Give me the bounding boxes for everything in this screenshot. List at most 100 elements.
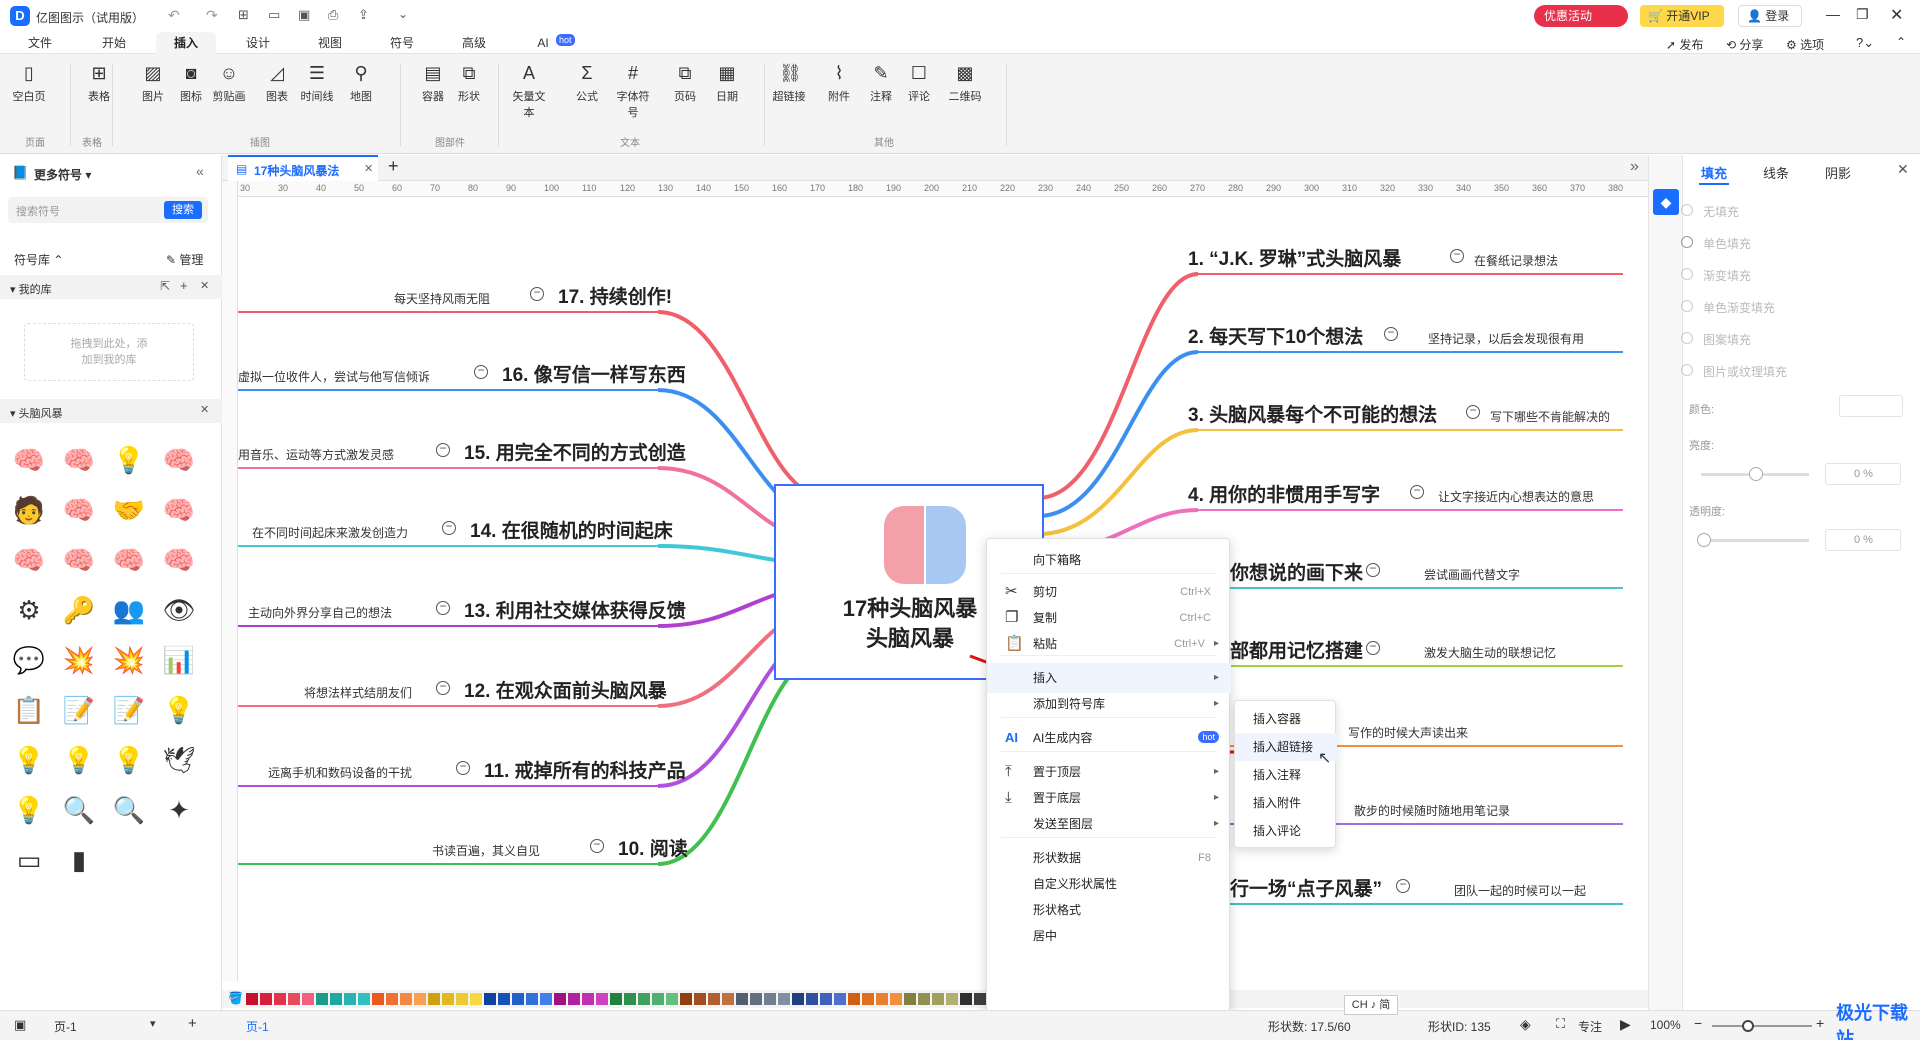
collapse-toggle-icon[interactable]: −: [474, 364, 488, 379]
more-symbols-dropdown[interactable]: 更多符号 ▾: [34, 166, 91, 183]
brainstorm-shape-icon[interactable]: 🧠: [110, 541, 148, 579]
color-swatch[interactable]: [484, 993, 496, 1005]
brainstorm-shape-icon[interactable]: 👥: [110, 591, 148, 629]
fill-option[interactable]: 渐变填充: [1681, 267, 1751, 284]
zoom-in-icon[interactable]: +: [1816, 1015, 1824, 1031]
export-lib-icon[interactable]: ⇱: [160, 279, 170, 293]
tab-design[interactable]: 设计: [236, 32, 280, 54]
color-swatch[interactable]: [890, 993, 902, 1005]
page-selector[interactable]: 页-1: [54, 1018, 77, 1035]
color-swatch[interactable]: [512, 993, 524, 1005]
radio-icon[interactable]: [1681, 300, 1693, 312]
redo-icon[interactable]: ↷: [206, 7, 218, 24]
print-icon[interactable]: ⎙: [328, 7, 338, 23]
brainstorm-shape-icon[interactable]: 🤝: [110, 491, 148, 529]
zoom-slider-handle[interactable]: [1742, 1020, 1754, 1032]
color-swatch[interactable]: [862, 993, 874, 1005]
ribbon-button-icon[interactable]: ◙ 图标: [170, 62, 212, 104]
transparency-slider[interactable]: [1701, 539, 1809, 542]
color-swatch[interactable]: [540, 993, 552, 1005]
brainstorm-shape-icon[interactable]: 💡: [160, 691, 198, 729]
radio-icon[interactable]: [1681, 268, 1693, 280]
brainstorm-shape-icon[interactable]: ⚙: [10, 591, 48, 629]
collapse-toggle-icon[interactable]: −: [436, 600, 450, 615]
radio-icon[interactable]: [1681, 332, 1693, 344]
collapse-panel-icon[interactable]: «: [196, 163, 204, 179]
ribbon-button-note[interactable]: ✎ 注释: [860, 62, 902, 104]
color-swatch[interactable]: [694, 993, 706, 1005]
ribbon-button-image[interactable]: ▨ 图片: [132, 62, 174, 104]
tab-symbol[interactable]: 符号: [380, 32, 424, 54]
color-swatch[interactable]: [778, 993, 790, 1005]
color-swatch[interactable]: [848, 993, 860, 1005]
brainstorm-shape-icon[interactable]: 💡: [60, 741, 98, 779]
color-swatch[interactable]: [582, 993, 594, 1005]
color-picker[interactable]: [1839, 395, 1903, 417]
color-swatch[interactable]: [792, 993, 804, 1005]
color-swatch[interactable]: [526, 993, 538, 1005]
color-swatch[interactable]: [316, 993, 328, 1005]
color-swatch[interactable]: [624, 993, 636, 1005]
diagram-canvas[interactable]: 17种头脑风暴 头脑风暴 1. “J.K. 罗琳”式头脑风暴 − 在餐纸记录想法 2.…: [238, 198, 1630, 978]
color-swatch[interactable]: [596, 993, 608, 1005]
maximize-icon[interactable]: ❐: [1856, 6, 1869, 23]
brightness-value[interactable]: 0 %: [1825, 463, 1901, 485]
ribbon-button-table[interactable]: ⊞ 表格: [78, 62, 120, 104]
expand-right-panel-icon[interactable]: »: [1630, 158, 1639, 176]
ribbon-button-chart[interactable]: ◿ 图表: [256, 62, 298, 104]
brainstorm-shape-icon[interactable]: 💡: [110, 741, 148, 779]
brainstorm-shape-icon[interactable]: 🔍: [60, 791, 98, 829]
tab-ai[interactable]: AI: [528, 32, 558, 54]
options-button[interactable]: ⚙ 选项: [1786, 36, 1824, 53]
color-swatch[interactable]: [274, 993, 286, 1005]
my-library-header[interactable]: ▾ 我的库 ⇱ + ✕: [0, 275, 222, 299]
collapse-toggle-icon[interactable]: −: [456, 760, 470, 775]
export-icon[interactable]: ⇪: [358, 7, 369, 23]
ribbon-button-date[interactable]: ▦ 日期: [706, 62, 748, 104]
fill-option[interactable]: 无填充: [1681, 203, 1739, 220]
color-swatch[interactable]: [680, 993, 692, 1005]
collapse-toggle-icon[interactable]: −: [436, 442, 450, 457]
brainstorm-shape-icon[interactable]: 🧠: [160, 441, 198, 479]
context-menu-item[interactable]: 添加到符号库 ▸: [987, 689, 1231, 719]
color-swatch[interactable]: [750, 993, 762, 1005]
color-swatch[interactable]: [666, 993, 678, 1005]
collapse-toggle-icon[interactable]: −: [590, 838, 604, 853]
brainstorm-shape-icon[interactable]: 🧠: [60, 541, 98, 579]
focus-icon[interactable]: ⛶: [1556, 1016, 1565, 1032]
collapse-toggle-icon[interactable]: −: [1410, 484, 1424, 499]
ribbon-button-comment[interactable]: ☐ 评论: [898, 62, 940, 104]
ribbon-button-font-symbol[interactable]: # 字体符号: [612, 62, 654, 120]
brainstorm-shape-icon[interactable]: 🧠: [60, 441, 98, 479]
close-panel-icon[interactable]: ✕: [1897, 161, 1909, 178]
collapse-toggle-icon[interactable]: −: [436, 680, 450, 695]
zoom-level[interactable]: 100%: [1650, 1018, 1681, 1032]
color-swatch[interactable]: [400, 993, 412, 1005]
vip-button[interactable]: 🛒 开通VIP: [1640, 5, 1724, 27]
color-swatch[interactable]: [414, 993, 426, 1005]
context-menu-item[interactable]: 发送至图层 ▸: [987, 809, 1231, 839]
color-swatch[interactable]: [358, 993, 370, 1005]
brainstorm-shape-icon[interactable]: 🧠: [10, 541, 48, 579]
tab-insert[interactable]: 插入: [156, 32, 216, 54]
color-swatch[interactable]: [456, 993, 468, 1005]
zoom-slider[interactable]: [1712, 1025, 1812, 1027]
page-panel-icon[interactable]: ▣: [14, 1017, 26, 1033]
fill-option[interactable]: 图案填充: [1681, 331, 1751, 348]
color-swatch[interactable]: [834, 993, 846, 1005]
color-swatch[interactable]: [722, 993, 734, 1005]
brainstorm-shape-icon[interactable]: 📊: [160, 641, 198, 679]
brainstorm-shape-icon[interactable]: 🧑: [10, 491, 48, 529]
color-swatch[interactable]: [960, 993, 972, 1005]
submenu-item[interactable]: 插入容器: [1235, 705, 1337, 733]
brainstorm-shape-icon[interactable]: 💥: [110, 641, 148, 679]
fill-option[interactable]: 单色填充: [1681, 235, 1751, 252]
transparency-value[interactable]: 0 %: [1825, 529, 1901, 551]
collapse-toggle-icon[interactable]: −: [1366, 562, 1380, 577]
tab-shadow[interactable]: 阴影: [1825, 163, 1851, 182]
collapse-toggle-icon[interactable]: −: [1466, 404, 1480, 419]
color-swatch[interactable]: [428, 993, 440, 1005]
submenu-item[interactable]: 插入评论: [1235, 817, 1337, 845]
brainstorm-shape-icon[interactable]: 💡: [10, 741, 48, 779]
symbol-search-input[interactable]: 搜索符号: [16, 203, 60, 219]
